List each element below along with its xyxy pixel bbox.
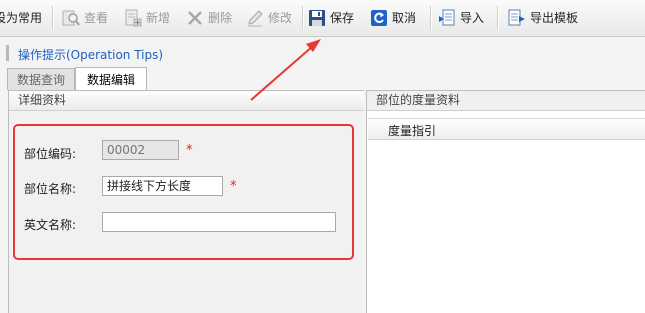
export-template-button[interactable]: 导出模板 [508, 4, 578, 31]
measure-panel-title: 部位的度量资料 [367, 91, 645, 111]
cancel-label: 取消 [392, 11, 417, 25]
measure-grid-header: 度量指引 [368, 118, 645, 140]
toolbar: 设为常用 查看 新增 删除 修改 保存 取消 导入 导出模板 [0, 0, 645, 37]
export-icon [508, 9, 526, 27]
tab-data-query-label: 数据查询 [16, 73, 65, 87]
save-button[interactable]: 保存 [308, 4, 354, 31]
tab-bar: 数据查询 数据编辑 [0, 66, 645, 90]
set-common-button[interactable]: 设为常用 [0, 4, 42, 31]
export-template-label: 导出模板 [530, 11, 579, 25]
measure-panel: 部位的度量资料 度量指引 [366, 90, 645, 313]
delete-button[interactable]: 删除 [186, 4, 232, 31]
tips-divider [6, 45, 9, 61]
toolbar-separator [497, 6, 498, 30]
pencil-icon [246, 9, 264, 27]
tab-data-query[interactable]: 数据查询 [7, 68, 75, 90]
save-label: 保存 [330, 11, 355, 25]
set-common-label: 设为常用 [0, 11, 43, 25]
toolbar-separator [52, 6, 53, 30]
undo-icon [370, 9, 388, 27]
tab-data-edit-label: 数据编辑 [86, 72, 135, 87]
highlight-box [13, 124, 354, 260]
add-label: 新增 [146, 11, 171, 25]
edit-label: 修改 [268, 11, 293, 25]
add-button[interactable]: 新增 [124, 4, 170, 31]
import-icon [438, 9, 456, 27]
operation-tips-link[interactable]: 操作提示(Operation Tips) [18, 46, 163, 63]
cancel-button[interactable]: 取消 [370, 4, 416, 31]
measure-column-header[interactable]: 度量指引 [388, 122, 436, 139]
view-button[interactable]: 查看 [62, 4, 108, 31]
delete-label: 删除 [208, 11, 233, 25]
view-icon [62, 9, 80, 27]
toolbar-separator [430, 6, 431, 30]
delete-icon [186, 9, 204, 27]
edit-button[interactable]: 修改 [246, 4, 292, 31]
operation-tips: 操作提示(Operation Tips) [0, 37, 645, 67]
save-icon [308, 9, 326, 27]
import-label: 导入 [460, 11, 485, 25]
detail-panel-title: 详细资料 [9, 91, 364, 111]
import-button[interactable]: 导入 [438, 4, 484, 31]
add-icon [124, 9, 142, 27]
toolbar-separator [302, 6, 303, 30]
view-label: 查看 [84, 11, 109, 25]
tab-data-edit[interactable]: 数据编辑 [75, 67, 147, 90]
